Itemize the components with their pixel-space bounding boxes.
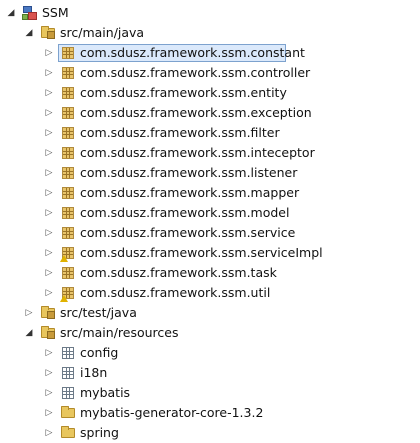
package-icon bbox=[60, 45, 76, 61]
tree-item-label: src/test/java bbox=[60, 305, 137, 320]
tree-item-label: i18n bbox=[80, 365, 108, 380]
tree-item-label: com.sdusz.framework.ssm.mapper bbox=[80, 185, 300, 200]
package-icon bbox=[60, 265, 76, 281]
collapse-arrow-icon[interactable]: ◢ bbox=[24, 323, 34, 343]
source-folder-icon bbox=[40, 305, 56, 321]
warning-icon bbox=[60, 295, 68, 302]
expand-arrow-icon[interactable]: ▷ bbox=[44, 403, 54, 423]
expand-arrow-icon[interactable]: ▷ bbox=[44, 243, 54, 263]
package-icon bbox=[60, 205, 76, 221]
project-icon bbox=[22, 5, 38, 21]
tree-item-label: com.sdusz.framework.ssm.service bbox=[80, 225, 296, 240]
expand-arrow-icon[interactable]: ▷ bbox=[44, 203, 54, 223]
package-icon bbox=[60, 285, 76, 302]
tree-item-label: com.sdusz.framework.ssm.task bbox=[80, 265, 277, 280]
folder-icon bbox=[60, 405, 76, 421]
package-icon bbox=[60, 225, 76, 241]
expand-arrow-icon[interactable]: ▷ bbox=[44, 283, 54, 303]
expand-arrow-icon[interactable]: ▷ bbox=[44, 163, 54, 183]
tree-item-label: com.sdusz.framework.ssm.listener bbox=[80, 165, 298, 180]
expand-arrow-icon[interactable]: ▷ bbox=[24, 303, 34, 323]
tree-item-label: com.sdusz.framework.ssm.exception bbox=[80, 105, 312, 120]
package-icon bbox=[60, 245, 76, 262]
tree-item-label: mybatis bbox=[80, 385, 131, 400]
tree-item-label: com.sdusz.framework.ssm.filter bbox=[80, 125, 280, 140]
tree-item-label: com.sdusz.framework.ssm.entity bbox=[80, 85, 287, 100]
source-folder-icon bbox=[40, 325, 56, 341]
package-icon bbox=[60, 85, 76, 101]
package-icon bbox=[60, 105, 76, 121]
tree-item-label: config bbox=[80, 345, 119, 360]
tree-item-label: src/main/resources bbox=[60, 325, 179, 340]
tree-item-label: com.sdusz.framework.ssm.serviceImpl bbox=[80, 245, 323, 260]
expand-arrow-icon[interactable]: ▷ bbox=[44, 63, 54, 83]
collapse-arrow-icon[interactable]: ◢ bbox=[6, 3, 16, 23]
expand-arrow-icon[interactable]: ▷ bbox=[44, 183, 54, 203]
expand-arrow-icon[interactable]: ▷ bbox=[44, 363, 54, 383]
package-icon bbox=[60, 145, 76, 161]
tree-item-label: com.sdusz.framework.ssm.model bbox=[80, 205, 290, 220]
tree-item-label: mybatis-generator-core-1.3.2 bbox=[80, 405, 264, 420]
tree-item-label: spring bbox=[80, 425, 119, 440]
tree-item-label: com.sdusz.framework.ssm.controller bbox=[80, 65, 311, 80]
resource-package-icon bbox=[60, 345, 76, 361]
resource-package-icon bbox=[60, 385, 76, 401]
expand-arrow-icon[interactable]: ▷ bbox=[44, 263, 54, 283]
tree-item-label: com.sdusz.framework.ssm.constant bbox=[80, 45, 305, 60]
tree-item-label: com.sdusz.framework.ssm.util bbox=[80, 285, 271, 300]
expand-arrow-icon[interactable]: ▷ bbox=[44, 383, 54, 403]
package-icon bbox=[60, 165, 76, 181]
expand-arrow-icon[interactable]: ▷ bbox=[44, 103, 54, 123]
folder-icon bbox=[60, 425, 76, 441]
expand-arrow-icon[interactable]: ▷ bbox=[44, 223, 54, 243]
expand-arrow-icon[interactable]: ▷ bbox=[44, 423, 54, 443]
collapse-arrow-icon[interactable]: ◢ bbox=[24, 23, 34, 43]
expand-arrow-icon[interactable]: ▷ bbox=[44, 343, 54, 363]
source-folder-icon bbox=[40, 25, 56, 41]
tree-item-label: src/main/java bbox=[60, 25, 145, 40]
expand-arrow-icon[interactable]: ▷ bbox=[44, 43, 54, 63]
expand-arrow-icon[interactable]: ▷ bbox=[44, 83, 54, 103]
warning-icon bbox=[60, 255, 68, 262]
expand-arrow-icon[interactable]: ▷ bbox=[44, 143, 54, 163]
resource-package-icon bbox=[60, 365, 76, 381]
package-icon bbox=[60, 65, 76, 81]
package-icon bbox=[60, 185, 76, 201]
tree-item-label: SSM bbox=[42, 5, 69, 20]
package-icon bbox=[60, 125, 76, 141]
expand-arrow-icon[interactable]: ▷ bbox=[44, 123, 54, 143]
tree-item-label: com.sdusz.framework.ssm.inteceptor bbox=[80, 145, 315, 160]
